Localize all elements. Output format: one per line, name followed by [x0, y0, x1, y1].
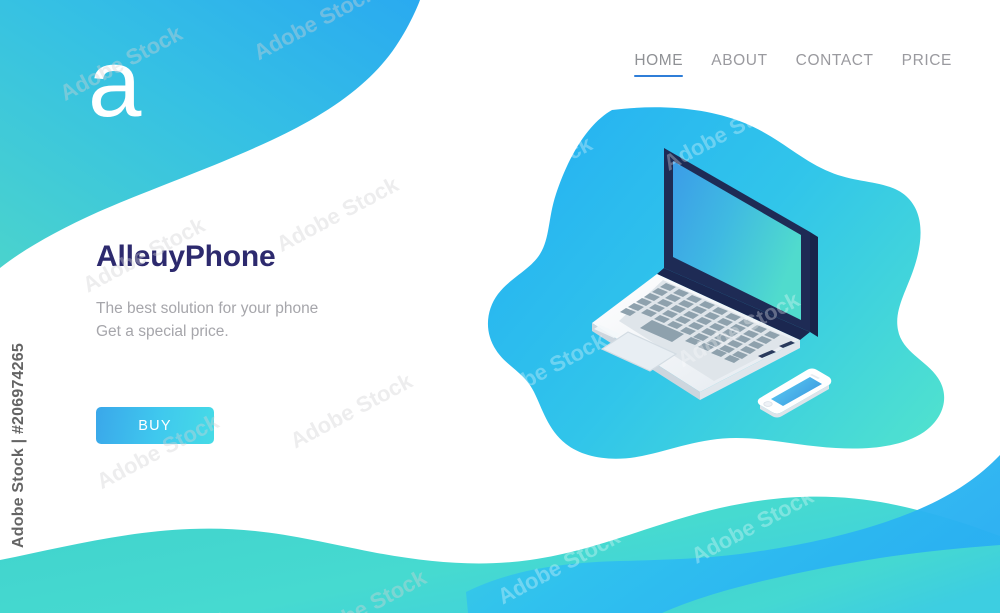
main-navigation: HOME ABOUT CONTACT PRICE	[634, 52, 952, 77]
nav-item-contact[interactable]: CONTACT	[796, 52, 874, 77]
hero-subtext: The best solution for your phone Get a s…	[96, 299, 319, 340]
phone-home-button	[763, 401, 773, 407]
nav-item-home[interactable]: HOME	[634, 52, 684, 77]
hero-copy: AlleuyPhone The best solution for your p…	[96, 240, 476, 343]
nav-item-about[interactable]: ABOUT	[711, 52, 767, 77]
landing-page-canvas: a HOME ABOUT CONTACT PRICE AlleuyPhone T…	[0, 0, 1000, 613]
buy-button[interactable]: BUY	[96, 407, 214, 444]
nav-item-price[interactable]: PRICE	[902, 52, 952, 77]
brand-logo-letter: a	[88, 30, 142, 137]
brand-logo[interactable]: a	[88, 36, 168, 136]
laptop-lid-edge	[810, 232, 818, 337]
page-title: AlleuyPhone	[96, 240, 276, 273]
